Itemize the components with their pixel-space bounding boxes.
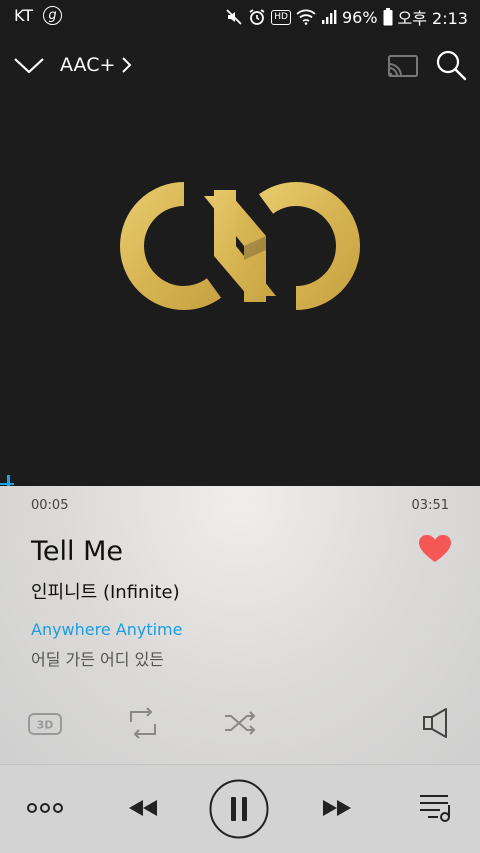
top-bar: AAC+ — [0, 32, 480, 102]
collapse-chevron-icon[interactable] — [12, 50, 46, 80]
queue-icon[interactable] — [418, 792, 452, 824]
audio-format-button[interactable]: AAC+ — [60, 54, 133, 76]
repeat-icon[interactable] — [125, 706, 161, 740]
chevron-right-icon — [122, 57, 132, 73]
shuffle-icon[interactable] — [222, 706, 258, 740]
heart-icon[interactable] — [418, 534, 452, 564]
next-icon[interactable] — [320, 798, 354, 818]
artist-name[interactable]: 인피니트 (Infinite) — [31, 578, 180, 604]
pause-icon[interactable] — [209, 779, 269, 839]
more-icon[interactable] — [26, 801, 64, 815]
total-time: 03:51 — [411, 498, 449, 513]
track-info-panel: 00:05 03:51 Tell Me 인피니트 (Infinite) Anyw… — [0, 486, 480, 764]
album-art-infinity-logo — [120, 181, 360, 311]
album-art-area: AAC+ — [0, 32, 480, 486]
carrier-name: KT — [14, 6, 34, 25]
audio-format-label: AAC+ — [60, 54, 116, 76]
3d-sound-button[interactable]: 3D — [27, 706, 63, 740]
battery-percent: 96% — [341, 7, 378, 27]
previous-icon[interactable] — [126, 798, 160, 818]
current-time: 00:05 — [31, 498, 69, 513]
status-bar: KT g HD 96% 오후 2:13 — [0, 0, 480, 32]
search-icon[interactable] — [434, 48, 468, 82]
3d-icon-label: 3D — [37, 719, 54, 732]
song-title: Tell Me — [31, 536, 124, 567]
hd-voice-badge: HD — [271, 9, 291, 25]
alarm-icon — [249, 9, 265, 25]
lyric-next-line[interactable]: 어딜 가든 어디 있든 — [31, 646, 164, 670]
cast-icon[interactable] — [386, 52, 420, 80]
3d-icon: 3D — [28, 713, 62, 735]
clock: 오후 2:13 — [397, 9, 468, 28]
signal-icon — [321, 10, 337, 24]
sound-output-icon[interactable] — [420, 706, 452, 740]
battery-icon — [383, 8, 393, 26]
playback-control-bar — [0, 764, 480, 853]
wifi-icon — [296, 9, 316, 25]
lyric-current-line[interactable]: Anywhere Anytime — [31, 620, 182, 639]
carrier-g-icon: g — [43, 6, 63, 25]
mute-icon — [226, 9, 242, 25]
